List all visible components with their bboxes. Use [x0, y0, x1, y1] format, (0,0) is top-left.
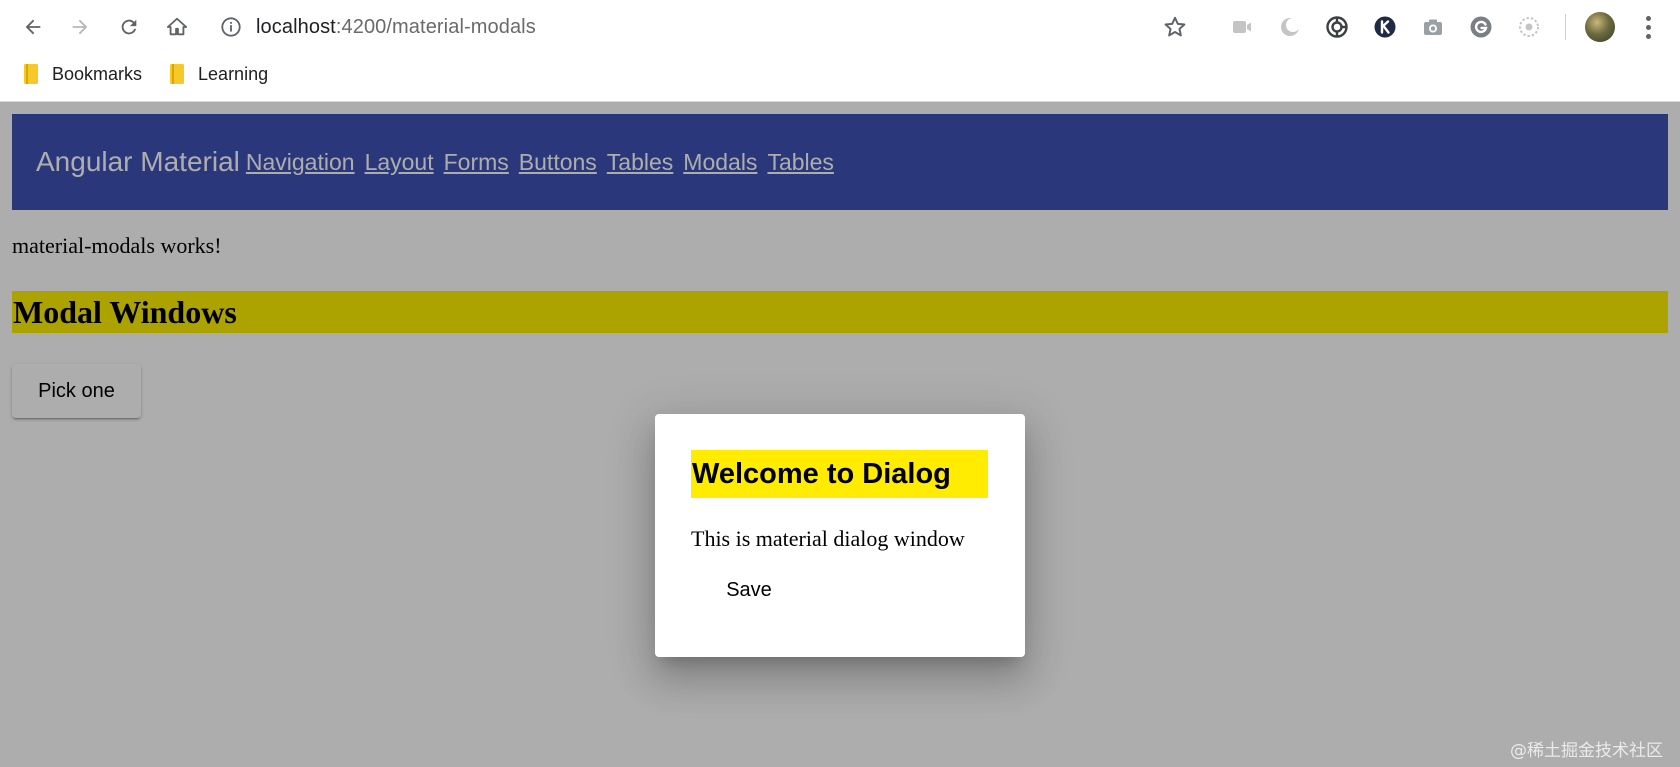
forward-button[interactable] [63, 10, 97, 44]
bookmark-star-icon[interactable] [1162, 14, 1188, 40]
dashed-circle-icon [1519, 17, 1539, 37]
bookmark-folder-bookmarks[interactable]: Bookmarks [22, 63, 142, 85]
camera-icon [1424, 19, 1442, 35]
back-button[interactable] [16, 10, 50, 44]
browser-chrome: localhost:4200/material-modals Bookmarks… [0, 0, 1680, 102]
url-path: :4200/material-modals [335, 15, 536, 38]
menu-dot-icon [1645, 24, 1651, 30]
extension-swirl[interactable] [1323, 13, 1351, 41]
bookmark-label: Bookmarks [52, 63, 143, 84]
arrow-left-icon [25, 19, 41, 35]
video-camera-icon [1233, 21, 1251, 33]
dialog-content: This is material dialog window [691, 526, 965, 551]
address-bar[interactable]: localhost:4200/material-modals [220, 8, 1230, 46]
folder-icon [170, 64, 185, 84]
dialog-title: Welcome to Dialog [691, 450, 988, 498]
swirl-icon [1326, 16, 1348, 38]
toolbar-separator [1565, 14, 1566, 40]
bookmark-folder-learning[interactable]: Learning [168, 63, 268, 85]
g-logo-icon [1470, 16, 1492, 38]
info-icon [221, 17, 241, 37]
extension-grammarly[interactable] [1467, 13, 1495, 41]
k-logo-icon [1374, 16, 1396, 38]
reload-icon [121, 19, 137, 35]
extension-k[interactable] [1371, 13, 1399, 41]
material-dialog: Welcome to Dialog This is material dialo… [655, 414, 1025, 657]
extension-screenshot[interactable] [1419, 13, 1447, 41]
reload-button[interactable] [112, 10, 146, 44]
browser-menu-button[interactable] [1636, 12, 1660, 42]
profile-avatar[interactable] [1585, 12, 1615, 42]
menu-dot-icon [1645, 15, 1651, 21]
arrow-right-icon [72, 19, 88, 35]
dialog-save-button[interactable]: Save [699, 560, 799, 620]
extension-spinner[interactable] [1515, 13, 1543, 41]
bookmark-label: Learning [198, 63, 269, 84]
menu-dot-icon [1645, 33, 1651, 39]
browser-toolbar: localhost:4200/material-modals [0, 0, 1680, 54]
moon-icon [1281, 18, 1300, 36]
home-icon [166, 17, 188, 36]
url-text: localhost:4200/material-modals [256, 16, 536, 39]
extension-dark-mode[interactable] [1276, 13, 1304, 41]
extension-video[interactable] [1228, 13, 1256, 41]
bookmarks-bar: Bookmarks Learning [0, 56, 1680, 92]
watermark: @稀土掘金技术社区 [1510, 741, 1663, 761]
folder-icon [24, 64, 38, 84]
url-host: localhost [256, 15, 336, 38]
home-button[interactable] [160, 10, 194, 44]
